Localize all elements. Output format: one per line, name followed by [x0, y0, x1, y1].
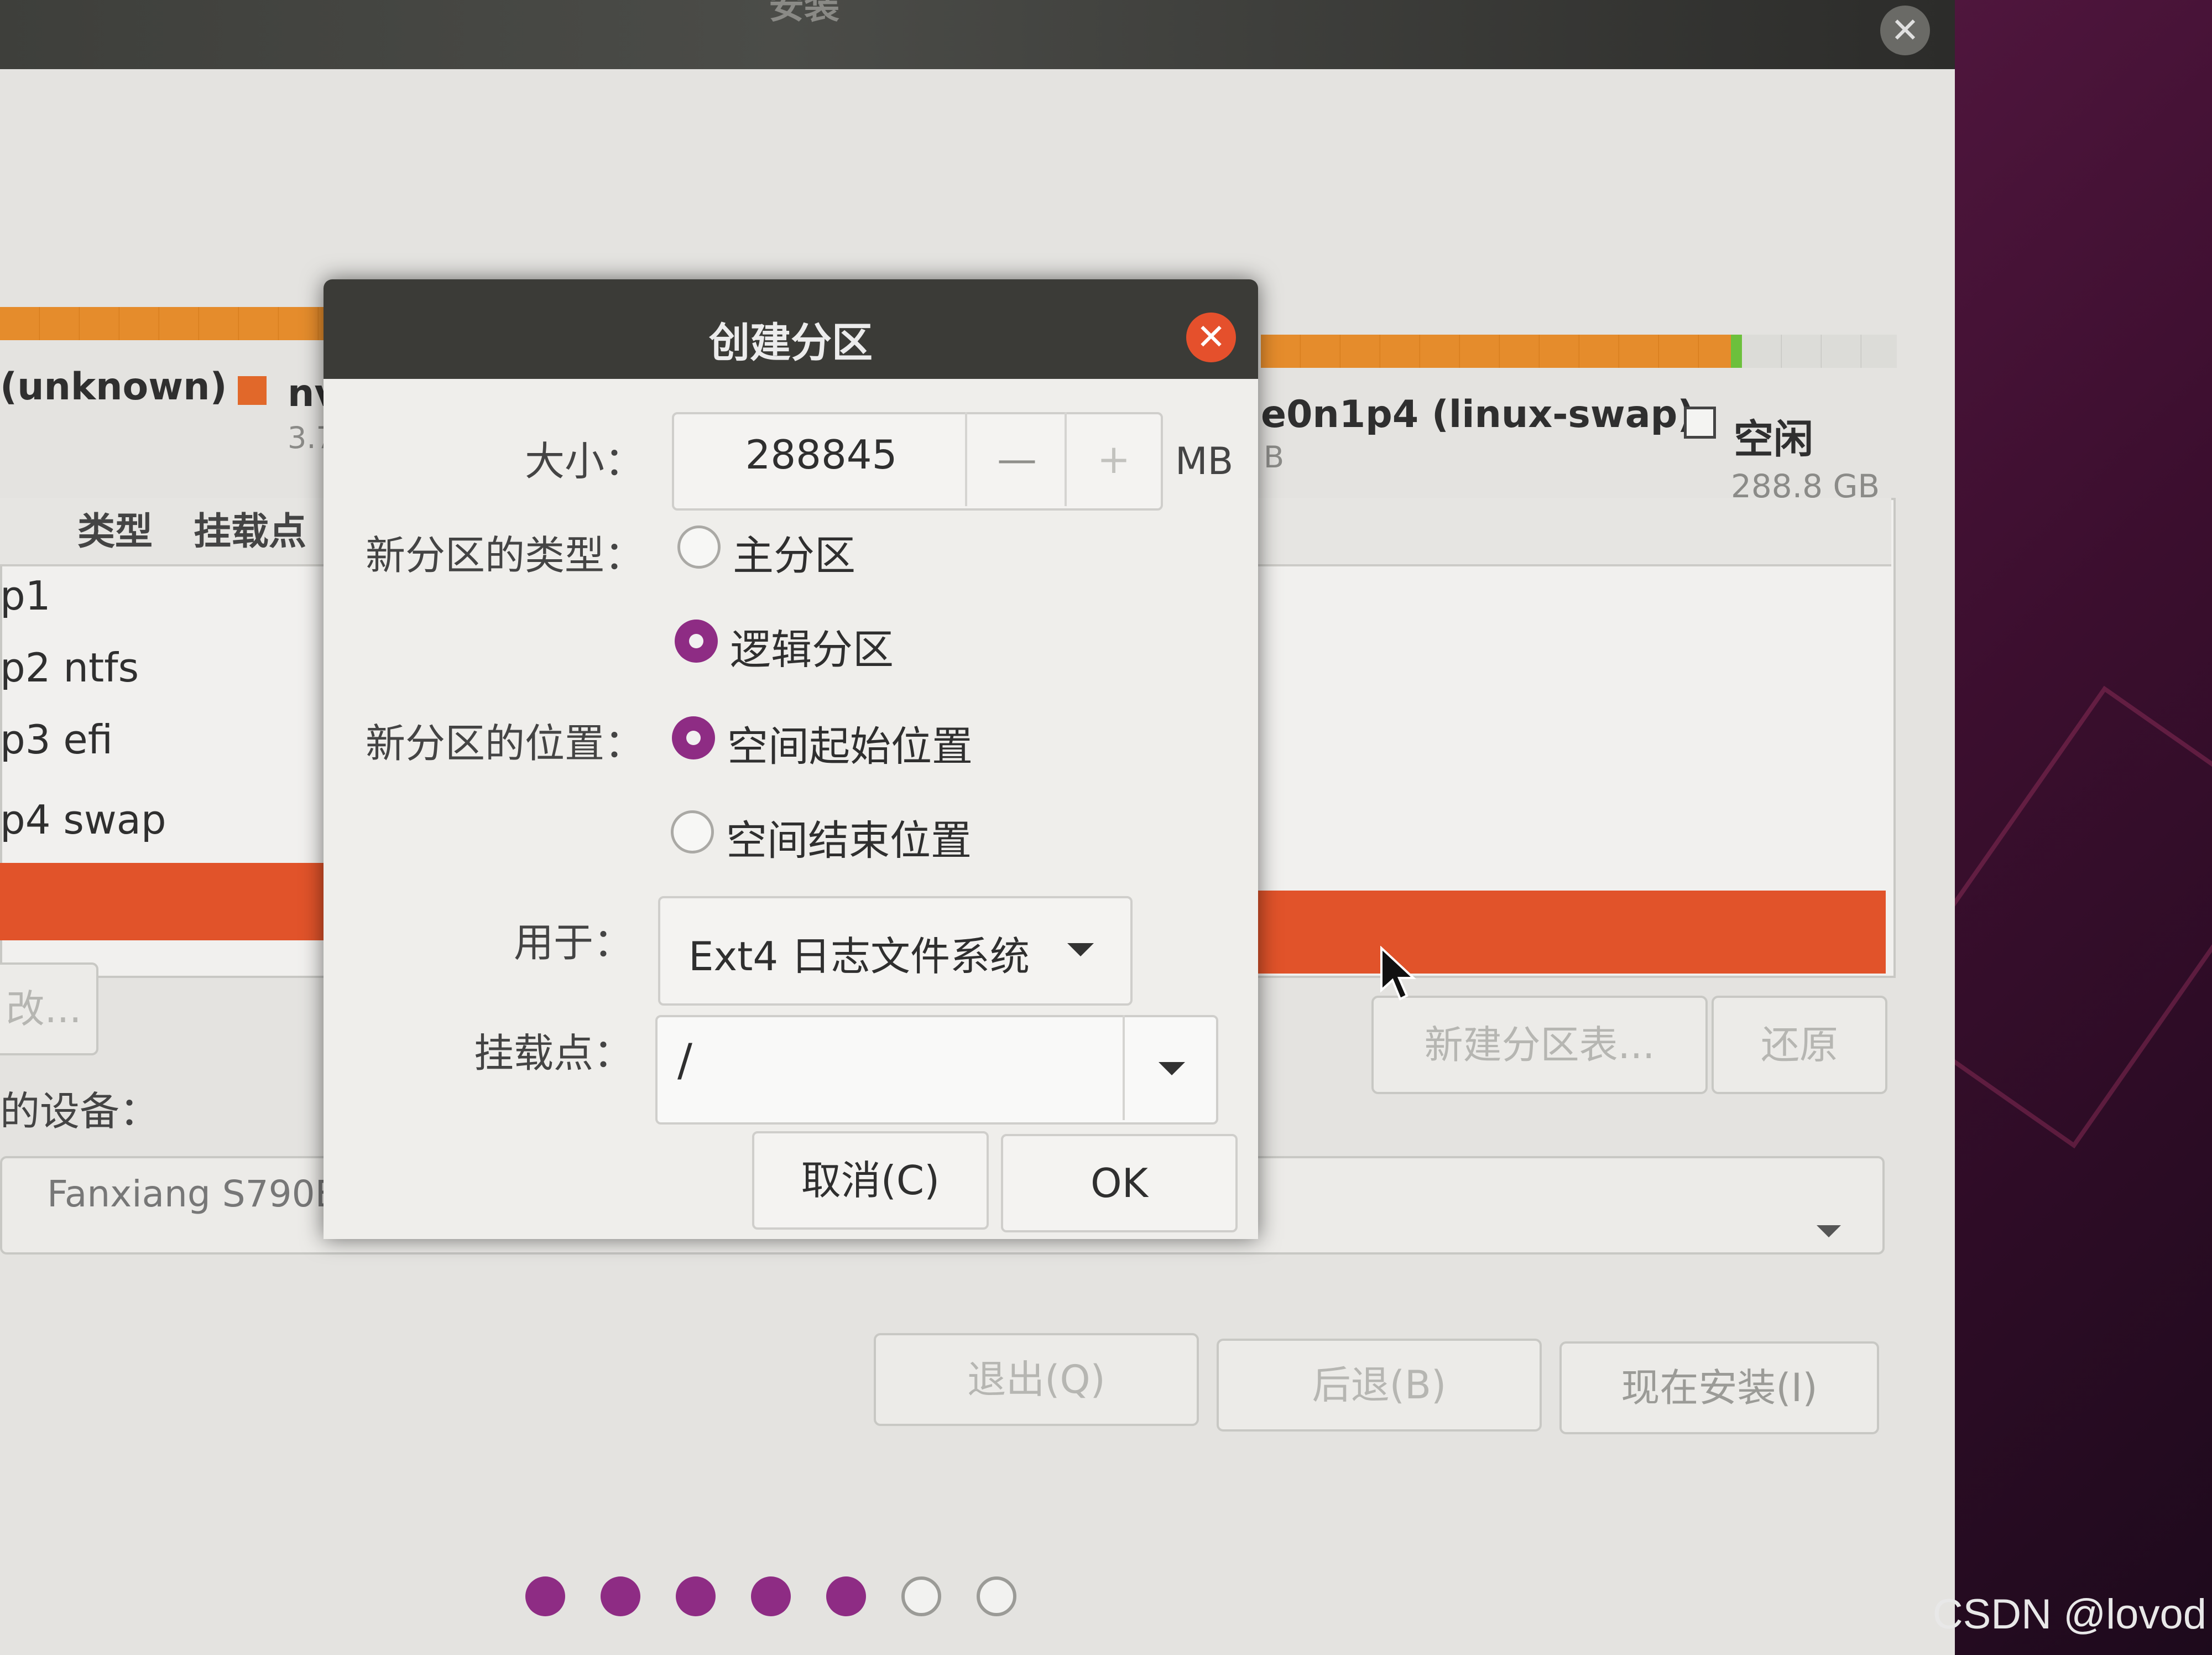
mount-point-input[interactable]: /	[677, 1034, 692, 1086]
step-dot-pending	[977, 1576, 1016, 1616]
create-partition-dialog: 创建分区 ✕ 大小： 288845 — + MB 新分区的类型： 主分区 逻辑分…	[324, 279, 1258, 1239]
size-label: 大小：	[524, 438, 644, 485]
row-name: p4	[0, 797, 51, 843]
radio-location-end-label[interactable]: 空间结束位置	[726, 808, 972, 867]
partition-location-label: 新分区的位置：	[365, 720, 644, 767]
column-header-type[interactable]: 类型	[77, 501, 153, 555]
step-dot-complete	[751, 1576, 791, 1616]
radio-logical-label[interactable]: 逻辑分区	[730, 617, 894, 676]
step-dot-complete	[601, 1576, 640, 1616]
quit-button[interactable]: 退出(Q)	[874, 1333, 1199, 1426]
legend-swatch	[238, 376, 267, 405]
legend-swap: e0n1p4 (linux-swap)	[1261, 393, 1695, 436]
mount-point-combo[interactable]	[655, 1015, 1218, 1125]
table-row[interactable]: p2 ntfs	[0, 644, 139, 691]
combo-divider	[1123, 1015, 1125, 1120]
row-type: swap	[63, 797, 166, 843]
step-dot-complete	[676, 1576, 716, 1616]
radio-location-end[interactable]	[671, 810, 714, 853]
column-header-mount[interactable]: 挂载点	[194, 501, 306, 555]
size-unit: MB	[1175, 440, 1234, 483]
use-as-value: Ext4 日志文件系统	[688, 933, 1030, 980]
partition-bar-free	[1742, 335, 1897, 368]
row-type: ntfs	[63, 644, 139, 691]
radio-primary-label[interactable]: 主分区	[733, 523, 855, 582]
increment-button[interactable]: +	[1065, 412, 1161, 506]
table-row[interactable]: p4 swap	[0, 797, 166, 843]
bootloader-device-value: Fanxiang S790E	[47, 1173, 338, 1215]
step-dot-complete	[525, 1576, 565, 1616]
partition-bar-segment	[0, 307, 348, 340]
ok-button[interactable]: OK	[1001, 1134, 1238, 1232]
close-icon[interactable]: ✕	[1186, 313, 1236, 362]
radio-location-start-label[interactable]: 空间起始位置	[727, 714, 973, 773]
radio-primary[interactable]	[677, 525, 721, 569]
window-close-icon[interactable]: ✕	[1880, 6, 1930, 55]
dialog-title: 创建分区	[709, 319, 873, 367]
chevron-down-icon[interactable]	[1817, 1225, 1841, 1237]
step-dot-pending	[901, 1576, 941, 1616]
use-as-label: 用于：	[513, 919, 633, 966]
table-row-selected[interactable]	[0, 863, 354, 940]
row-name: p2	[0, 644, 51, 691]
partition-type-label: 新分区的类型：	[365, 532, 644, 579]
legend-free: 空闲	[1734, 416, 1814, 462]
new-partition-table-button[interactable]: 新建分区表...	[1371, 996, 1708, 1094]
chevron-down-icon[interactable]	[1067, 943, 1094, 956]
table-row-selected[interactable]	[1250, 891, 1886, 974]
table-row[interactable]: p1	[0, 573, 51, 619]
partition-bar-segment	[1261, 335, 1731, 368]
window-title: 安装	[769, 0, 839, 27]
revert-button[interactable]: 还原	[1712, 996, 1887, 1094]
size-input[interactable]: 288845	[672, 431, 971, 478]
install-now-button[interactable]: 现在安装(I)	[1559, 1341, 1879, 1434]
back-button[interactable]: 后退(B)	[1217, 1339, 1542, 1432]
chevron-down-icon[interactable]	[1159, 1062, 1185, 1075]
legend-unknown: (unknown)	[0, 365, 227, 409]
row-type: efi	[63, 716, 113, 763]
legend-free-checkbox-icon	[1684, 407, 1716, 439]
partition-bar-segment	[1731, 335, 1742, 368]
bootloader-device-label: 的设备：	[0, 1088, 160, 1134]
radio-logical[interactable]	[675, 620, 718, 663]
row-name: p3	[0, 716, 51, 763]
dialog-header: 创建分区 ✕	[324, 279, 1258, 379]
legend-swap-size: B	[1264, 440, 1285, 475]
table-row[interactable]: p3 efi	[0, 716, 113, 763]
cancel-button[interactable]: 取消(C)	[752, 1131, 989, 1230]
decrement-button[interactable]: —	[965, 412, 1067, 506]
change-button[interactable]: 改...	[0, 962, 98, 1055]
step-dot-complete	[826, 1576, 866, 1616]
radio-location-start[interactable]	[672, 716, 715, 759]
mount-point-label: 挂载点：	[473, 1030, 633, 1076]
watermark: CSDN @lovod	[1932, 1591, 2206, 1638]
window-titlebar: 安装 ✕	[0, 0, 1955, 69]
